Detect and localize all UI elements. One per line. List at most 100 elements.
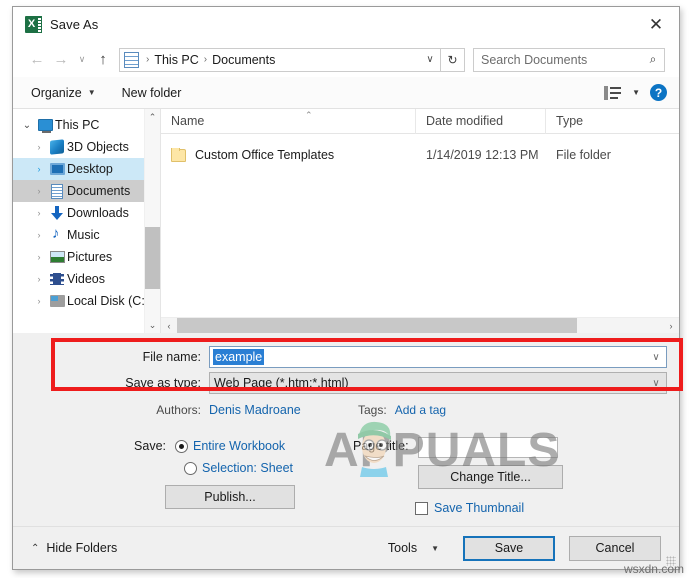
scroll-down-icon[interactable]: ⌄ [145,317,160,333]
hscroll-track[interactable] [177,317,663,333]
cancel-button[interactable]: Cancel [569,535,661,561]
scroll-left-icon[interactable]: ‹ [161,321,177,331]
save-options-area: File name: example ∨ Save as type: Web P… [13,333,683,528]
save-scope-row-1: Save: Entire Workbook [61,439,285,453]
chevron-right-icon[interactable]: › [31,230,47,240]
back-icon[interactable]: ← [25,48,49,72]
chevron-right-icon[interactable]: › [31,164,47,174]
scroll-up-icon[interactable]: ⌃ [145,109,160,125]
help-icon[interactable]: ? [650,84,667,101]
sidebar-label: Downloads [67,206,129,220]
sidebar-scrollbar[interactable]: ⌃ ⌄ [144,109,160,333]
save-as-type-select[interactable]: Web Page (*.htm;*.html) ∨ [209,372,667,394]
title-bar: X Save As ✕ [13,7,679,42]
tags-row: Tags: Add a tag [358,403,446,417]
breadcrumb-separator: › [146,54,150,65]
authors-value[interactable]: Denis Madroane [209,403,301,417]
publish-button[interactable]: Publish... [165,485,295,509]
organize-button[interactable]: Organize ▼ [31,86,96,100]
sidebar-label: Local Disk (C:) [67,294,149,308]
radio-selection-sheet[interactable] [184,461,197,475]
folder-tree: ⌄ This PC › 3D Objects › Desktop › Docum… [13,109,160,312]
file-date-cell: 1/14/2019 12:13 PM [426,148,539,162]
radio-entire-workbook-label[interactable]: Entire Workbook [193,439,285,453]
chevron-down-icon[interactable]: ∨ [420,54,440,65]
sidebar-item-pictures[interactable]: › Pictures [13,246,160,268]
search-placeholder: Search Documents [481,52,588,67]
sidebar-item-videos[interactable]: › Videos [13,268,160,290]
page-title-row: Page title: [353,439,417,453]
refresh-icon[interactable]: ↻ [441,47,465,72]
save-thumbnail-checkbox[interactable] [415,501,428,515]
page-title-input[interactable] [418,437,558,458]
sidebar-item-documents[interactable]: › Documents [13,180,160,202]
sidebar-label: Documents [67,184,131,198]
folder-icon [171,148,186,162]
chevron-right-icon[interactable]: › [31,186,47,196]
radio-entire-workbook[interactable] [175,439,188,453]
chevron-right-icon[interactable]: › [31,296,47,306]
file-name-row: File name: example ∨ [61,346,677,368]
close-icon[interactable]: ✕ [633,7,679,42]
sidebar-item-music[interactable]: › Music [13,224,160,246]
disk-icon [47,295,67,307]
file-name-input[interactable]: example ∨ [209,346,667,368]
chevron-right-icon[interactable]: › [31,252,47,262]
sidebar-item-3d-objects[interactable]: › 3D Objects [13,136,160,158]
column-header-type[interactable]: Type [546,109,666,134]
chevron-right-icon[interactable]: › [31,142,47,152]
chevron-down-icon[interactable]: ∨ [646,373,666,393]
dialog-footer: ⌃ Hide Folders Tools ▼ Save Cancel [13,526,679,569]
chevron-down-icon[interactable]: ∨ [646,347,666,367]
recent-locations-icon[interactable]: ∨ [73,48,91,72]
view-layout-icon[interactable] [604,85,622,100]
organize-label: Organize [31,85,82,100]
up-icon[interactable]: ↑ [91,48,115,72]
screenshot-root: X Save As ✕ ← → ∨ ↑ › This PC › Document… [0,0,690,578]
chevron-right-icon[interactable]: › [31,274,47,284]
hide-folders-button[interactable]: ⌃ Hide Folders [31,541,117,555]
sidebar-item-downloads[interactable]: › Downloads [13,202,160,224]
sidebar-item-desktop[interactable]: › Desktop [13,158,160,180]
sidebar-item-local-disk-c[interactable]: › Local Disk (C:) [13,290,160,312]
file-list-hscrollbar[interactable]: ‹ › [161,317,679,333]
file-type-cell: File folder [556,148,611,162]
breadcrumb-item-this-pc[interactable]: This PC [154,53,198,67]
window-title: Save As [50,17,99,32]
search-input[interactable]: Search Documents ⌕ [473,47,665,72]
change-title-button[interactable]: Change Title... [418,465,563,489]
save-thumbnail-label[interactable]: Save Thumbnail [434,501,524,515]
tools-button[interactable]: Tools ▼ [388,541,439,555]
navigation-pane: ⌄ This PC › 3D Objects › Desktop › Docum… [13,109,160,333]
address-bar: ← → ∨ ↑ › This PC › Documents ∨ ↻ Search… [13,42,679,77]
sidebar-label: Desktop [67,162,113,176]
hscroll-thumb[interactable] [177,317,577,333]
chevron-right-icon[interactable]: › [31,208,47,218]
view-chevron-down-icon[interactable]: ▼ [632,88,640,97]
save-as-type-label: Save as type: [125,376,201,390]
column-header-name[interactable]: Name [161,109,416,134]
file-name-value: example [213,349,265,365]
scrollbar-thumb[interactable] [145,227,160,289]
radio-selection-sheet-label[interactable]: Selection: Sheet [202,461,293,475]
save-thumbnail-row: Save Thumbnail [415,501,524,515]
chevron-down-icon[interactable]: ⌄ [19,120,35,131]
table-row[interactable]: Custom Office Templates 1/14/2019 12:13 … [161,141,679,169]
scroll-right-icon[interactable]: › [663,321,679,331]
add-a-tag-link[interactable]: Add a tag [395,403,446,417]
search-icon[interactable]: ⌕ [642,52,664,67]
forward-icon[interactable]: → [49,48,73,72]
column-header-date-modified[interactable]: Date modified [416,109,546,134]
sidebar-item-this-pc[interactable]: ⌄ This PC [13,114,160,136]
file-name-cell: Custom Office Templates [161,148,416,162]
file-name-label: File name: [142,350,201,364]
sidebar-label: Music [67,228,100,242]
downloads-icon [47,206,67,220]
breadcrumb-item-documents[interactable]: Documents [212,53,275,67]
save-button[interactable]: Save [463,535,555,561]
new-folder-button[interactable]: New folder [122,86,182,100]
breadcrumb[interactable]: › This PC › Documents ∨ [119,47,441,72]
browser-body: ⌄ This PC › 3D Objects › Desktop › Docum… [13,109,679,333]
music-icon [47,225,67,242]
pictures-icon [47,251,67,263]
